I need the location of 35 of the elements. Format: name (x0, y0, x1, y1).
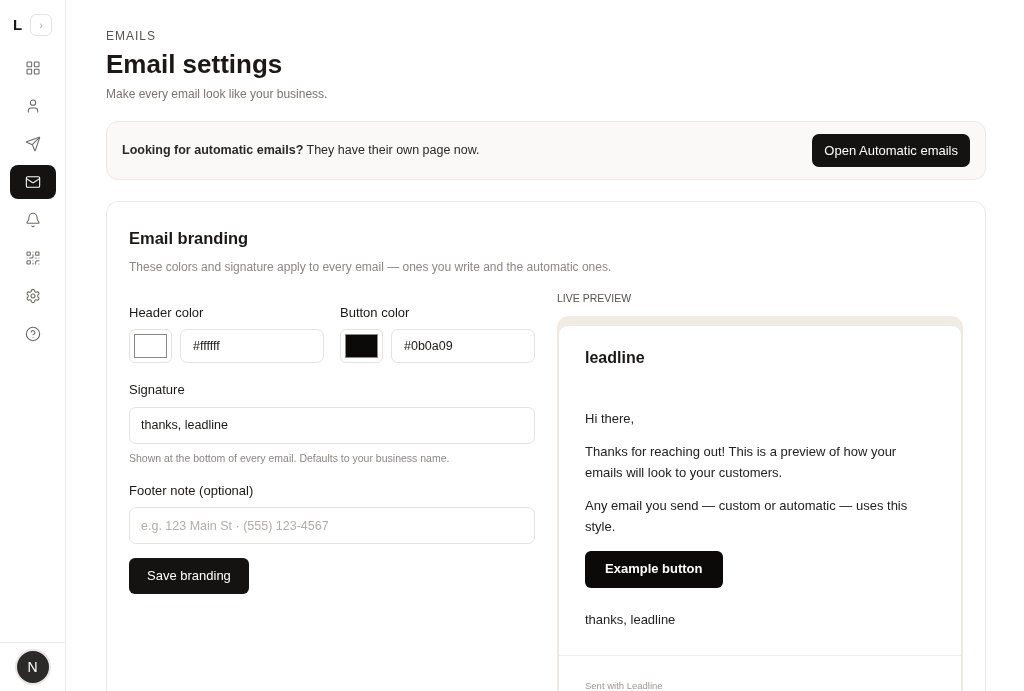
email-brand: leadline (585, 347, 646, 368)
email-signature: thanks, leadline (585, 610, 677, 629)
signature-field[interactable]: thanks, leadline (129, 406, 535, 444)
qr-code-icon (24, 249, 41, 266)
field-label: Signature (129, 381, 186, 400)
page-title: Email settings (106, 48, 284, 81)
email-paragraph: Any email you send — custom or automatic — uses this style. (585, 496, 909, 536)
notice-text: Looking for automatic emails? They have their own page now. (122, 142, 480, 160)
mail-icon (24, 173, 41, 190)
example-button[interactable]: Example button (585, 550, 723, 588)
section-description: These colors and signature apply to every email — ones you write and the automatic ones. (129, 258, 613, 276)
field-hint: Shown at the bottom of every email. Defaults to your business name. (129, 450, 451, 466)
email-paragraph: Thanks for reaching out! This is a preview of how your emails will look to your customers. (585, 442, 898, 482)
grid-icon (24, 59, 41, 76)
field-label: Button color (340, 303, 411, 322)
field-label: Footer note (optional) (129, 481, 255, 500)
field-label: Header color (129, 303, 205, 322)
settings-icon (24, 287, 41, 304)
save-branding-button[interactable]: Save branding (129, 558, 249, 594)
send-icon (24, 135, 41, 152)
page-subtitle: Make every email look like your business. (106, 86, 329, 103)
logo: L (12, 15, 23, 35)
avatar[interactable]: N (14, 649, 51, 685)
help-icon (24, 325, 41, 342)
footer-note-field[interactable]: e.g. 123 Main St · (555) 123-4567 (129, 507, 535, 544)
email-footer: Sent with Leadline (585, 680, 663, 691)
color-hex-field[interactable]: #ffffff (180, 329, 324, 364)
section-title: Email branding (129, 228, 250, 249)
nav-item[interactable] (9, 164, 56, 199)
preview-label: LIVE PREVIEW (557, 290, 633, 306)
color-hex-field[interactable]: #0b0a09 (391, 329, 535, 364)
page-eyebrow: EMAILS (106, 28, 157, 45)
email-paragraph: Hi there, (585, 409, 636, 428)
bell-icon (24, 211, 41, 228)
open-automatic-emails-button[interactable]: Open Automatic emails (812, 134, 970, 167)
